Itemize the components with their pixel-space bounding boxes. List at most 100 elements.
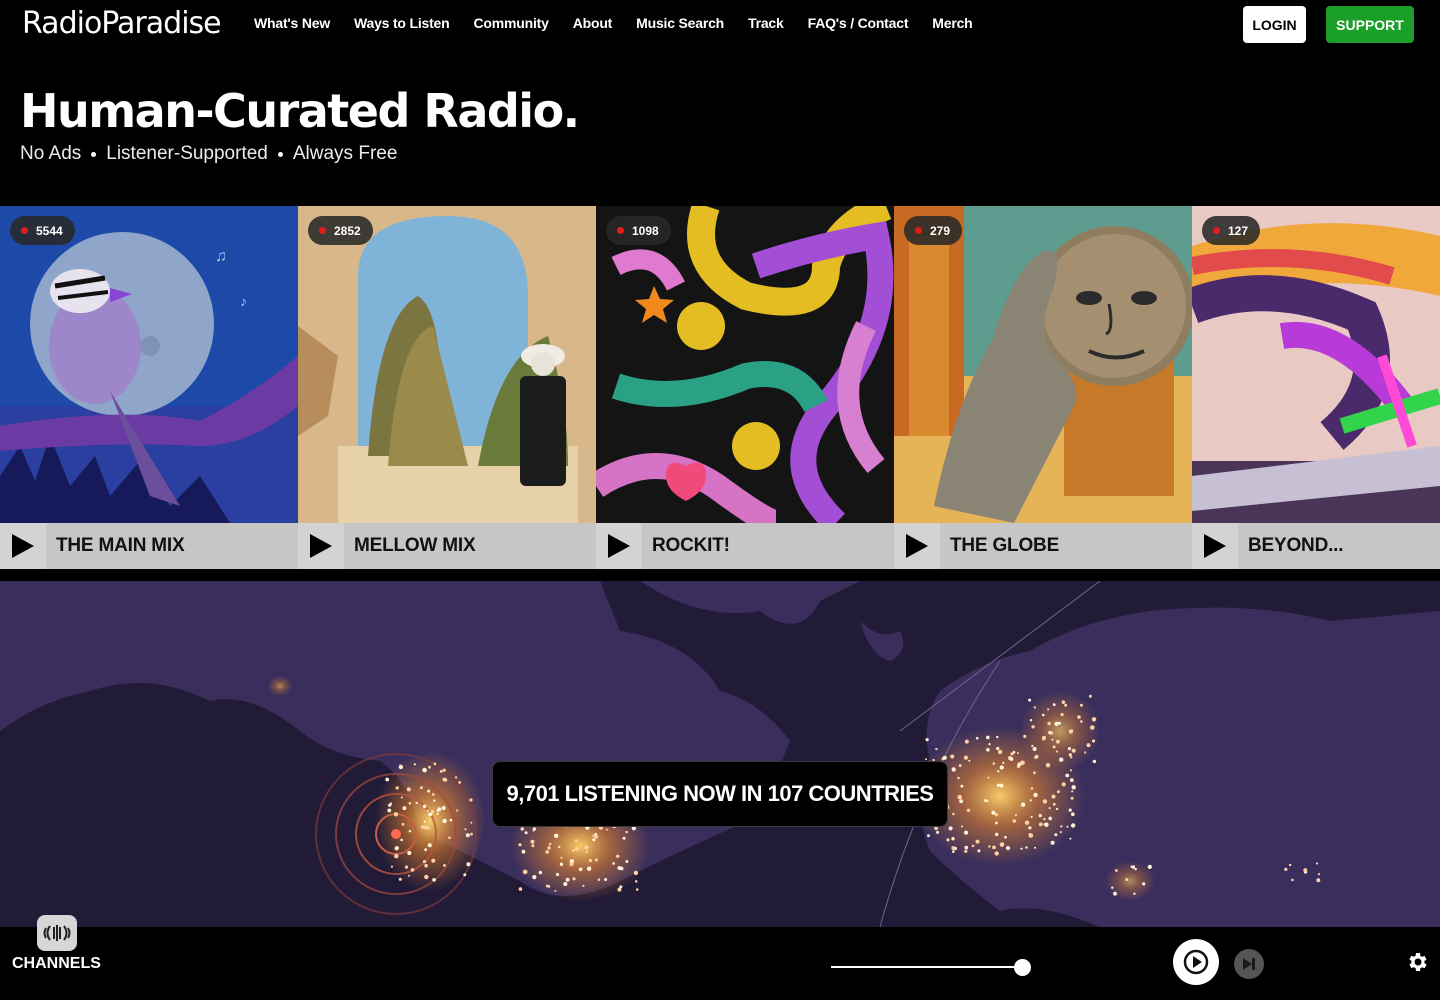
listener-dot (633, 870, 639, 876)
channel-artwork-moon-hand[interactable] (894, 206, 1192, 523)
separator-dot (277, 151, 283, 157)
site-logo[interactable]: RadioParadise (22, 6, 222, 41)
live-dot-icon (915, 227, 922, 234)
listener-dot (964, 849, 968, 853)
play-icon[interactable] (0, 523, 46, 569)
channel-name[interactable]: BEYOND... (1238, 535, 1344, 557)
listener-dot (1092, 759, 1097, 764)
listener-dot (456, 809, 459, 812)
settings-gear-icon[interactable] (1405, 950, 1429, 974)
nav-music-search[interactable]: Music Search (636, 15, 724, 31)
login-button[interactable]: LOGIN (1243, 6, 1306, 43)
listener-dot (1038, 822, 1043, 827)
channel-card-rockit[interactable]: 1098 ROCKIT! (596, 206, 894, 569)
nav-community[interactable]: Community (474, 15, 549, 31)
channel-name[interactable]: THE MAIN MIX (46, 535, 185, 557)
listener-dot (1068, 753, 1073, 757)
nav-faqs-contact[interactable]: FAQ's / Contact (808, 15, 909, 31)
listener-dot (1113, 891, 1117, 896)
listener-dot (538, 870, 543, 875)
channel-artwork-bird-moon[interactable]: ♫ ♪ (0, 206, 298, 523)
listener-dot (530, 839, 535, 844)
listener-dot (1059, 831, 1062, 834)
nav-whats-new[interactable]: What's New (254, 15, 330, 31)
listener-dot (960, 784, 964, 788)
listener-dot (1317, 873, 1320, 876)
listener-dot (986, 735, 990, 740)
listener-dot (1115, 869, 1118, 872)
listener-dot (408, 801, 412, 805)
listener-dot (398, 877, 402, 881)
listener-dot (565, 877, 570, 882)
support-button[interactable]: SUPPORT (1326, 6, 1414, 43)
listener-dot (431, 793, 435, 796)
listener-count-badge: 2852 (308, 216, 373, 245)
listener-dot (402, 806, 407, 811)
main-nav: What's New Ways to Listen Community Abou… (254, 15, 997, 31)
channel-list: ♫ ♪ 5544 THE MAIN MIX 2852 MELLOW MIX 10… (0, 206, 1440, 569)
listener-dot (1042, 713, 1045, 717)
listening-now-banner: 9,701 LISTENING NOW IN 107 COUNTRIES (492, 761, 948, 827)
listener-dot (1032, 747, 1037, 751)
listener-dot (518, 887, 523, 891)
tagline-listener-supported: Listener-Supported (106, 143, 268, 164)
play-icon[interactable] (894, 523, 940, 569)
listener-dot (431, 858, 436, 863)
play-button[interactable] (1173, 939, 1219, 985)
channel-bar[interactable]: THE MAIN MIX (0, 523, 298, 569)
listener-dot (387, 808, 392, 813)
channel-bar[interactable]: ROCKIT! (596, 523, 894, 569)
listener-dot (415, 801, 418, 805)
listener-dot (433, 762, 437, 766)
play-icon[interactable] (298, 523, 344, 569)
channel-bar[interactable]: BEYOND... (1192, 523, 1440, 569)
volume-slider-handle[interactable] (1014, 959, 1031, 976)
listener-dot (437, 807, 442, 812)
listener-dot (1020, 760, 1025, 766)
channel-card-mellow-mix[interactable]: 2852 MELLOW MIX (298, 206, 596, 569)
channel-artwork-abstract-hand[interactable] (1192, 206, 1440, 523)
nav-ways-to-listen[interactable]: Ways to Listen (354, 15, 450, 31)
play-icon[interactable] (596, 523, 642, 569)
listener-dot (635, 888, 639, 891)
channel-name[interactable]: ROCKIT! (642, 535, 730, 557)
skip-track-button[interactable] (1234, 949, 1264, 979)
listener-count: 279 (930, 223, 951, 238)
channel-artwork-hands[interactable] (596, 206, 894, 523)
channel-name[interactable]: THE GLOBE (940, 535, 1059, 557)
listener-dot (518, 843, 522, 847)
volume-slider-track[interactable] (831, 966, 1023, 968)
listener-dot (400, 796, 403, 799)
channel-card-beyond[interactable]: 127 BEYOND... (1192, 206, 1440, 569)
listener-dot (1133, 892, 1136, 895)
channel-bar[interactable]: THE GLOBE (894, 523, 1192, 569)
tagline-always-free: Always Free (292, 143, 398, 164)
listener-dot (545, 884, 549, 888)
live-dot-icon (617, 227, 624, 234)
listener-dot (1066, 825, 1069, 828)
listener-dot (992, 762, 996, 765)
nav-merch[interactable]: Merch (932, 15, 972, 31)
listener-dot (964, 845, 969, 850)
listener-dot (395, 846, 399, 850)
channel-artwork-desert-arch[interactable] (298, 206, 596, 523)
play-icon[interactable] (1192, 523, 1238, 569)
nav-about[interactable]: About (573, 15, 613, 31)
live-dot-icon (1213, 227, 1220, 234)
nav-track[interactable]: Track (748, 15, 784, 31)
listener-dot (927, 834, 930, 838)
listener-dot (1147, 864, 1152, 869)
channel-bar[interactable]: MELLOW MIX (298, 523, 596, 569)
listener-dot (423, 825, 429, 830)
listener-dot (597, 878, 601, 881)
listener-dot (1091, 739, 1096, 743)
listener-dot (399, 764, 402, 767)
channel-card-main-mix[interactable]: ♫ ♪ 5544 THE MAIN MIX (0, 206, 298, 569)
svg-text:♪: ♪ (240, 293, 247, 309)
channels-button[interactable]: CHANNELS (12, 955, 101, 973)
listener-dot (1065, 773, 1070, 778)
channels-icon[interactable] (37, 915, 77, 951)
channel-name[interactable]: MELLOW MIX (344, 535, 476, 557)
channel-card-the-globe[interactable]: 279 THE GLOBE (894, 206, 1192, 569)
listener-dot (975, 839, 980, 844)
